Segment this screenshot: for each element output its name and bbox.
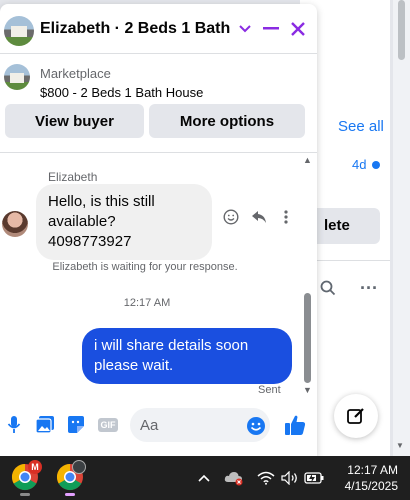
minimize-icon[interactable] (260, 18, 282, 40)
volume-icon[interactable] (280, 468, 300, 488)
compose-icon (347, 408, 364, 424)
message-more-icon[interactable] (276, 207, 296, 227)
marketplace-card: Marketplace $800 - 2 Beds 1 Bath House V… (0, 54, 317, 152)
marketplace-label: Marketplace (40, 66, 111, 81)
listing-title[interactable]: $800 - 2 Beds 1 Bath House (40, 85, 203, 100)
chat-window: Elizabeth · 2 Beds 1 Bath H... Marketpla… (0, 4, 317, 456)
new-message-button[interactable] (334, 394, 378, 438)
more-icon[interactable]: ··· (360, 278, 378, 299)
emoji-icon[interactable] (246, 416, 266, 436)
react-emoji-icon[interactable] (221, 207, 241, 227)
gif-icon[interactable]: GIF (97, 414, 119, 436)
cloud-error-icon[interactable] (224, 468, 244, 488)
see-all-link[interactable]: See all (338, 118, 384, 135)
timestamp-separator: 12:17 AM (123, 297, 171, 309)
microphone-icon[interactable] (3, 414, 25, 436)
chrome-profile-app-icon[interactable] (55, 460, 86, 496)
chat-scrollbar-thumb[interactable] (304, 293, 311, 383)
gif-label: GIF (98, 418, 118, 432)
message-composer: GIF (0, 396, 317, 456)
outgoing-message[interactable]: i will share details soon please wait. (82, 328, 292, 384)
notification-time: 4d (352, 157, 367, 172)
close-icon[interactable] (287, 18, 309, 40)
search-icon[interactable] (320, 280, 336, 301)
battery-icon[interactable] (304, 468, 324, 488)
avatar[interactable] (2, 211, 28, 237)
listing-thumbnail[interactable] (4, 16, 34, 46)
photo-icon[interactable] (34, 414, 56, 436)
unread-dot (372, 161, 380, 169)
taskbar: M 12:17 AM 4/15/2025 (0, 456, 410, 500)
scroll-down-icon[interactable]: ▼ (396, 441, 404, 450)
more-options-button[interactable]: More options (149, 104, 305, 138)
chevron-up-icon[interactable] (194, 468, 214, 488)
like-icon[interactable] (283, 413, 307, 437)
incoming-message[interactable]: Hello, is this still available? 40987739… (36, 184, 212, 260)
sent-status: Sent (258, 384, 281, 396)
listing-image[interactable] (4, 64, 30, 90)
waiting-notice: Elizabeth is waiting for your response. (52, 261, 238, 273)
sticker-icon[interactable] (65, 414, 87, 436)
chat-scrollbar[interactable]: ▲ ▼ (301, 153, 315, 397)
message-thread[interactable]: Elizabeth Hello, is this still available… (0, 152, 317, 396)
scroll-down-icon[interactable]: ▼ (303, 385, 312, 395)
chrome-app-icon[interactable]: M (10, 460, 42, 496)
scrollbar-thumb[interactable] (398, 0, 405, 60)
chat-title[interactable]: Elizabeth · 2 Beds 1 Bath H... (40, 20, 230, 38)
clock-time: 12:17 AM (347, 463, 398, 477)
chrome-profile-badge: M (28, 460, 42, 474)
view-buyer-button[interactable]: View buyer (5, 104, 144, 138)
taskbar-clock[interactable]: 12:17 AM 4/15/2025 (336, 462, 398, 494)
clock-date: 4/15/2025 (344, 479, 398, 493)
wifi-icon[interactable] (256, 468, 276, 488)
sender-name: Elizabeth (48, 170, 98, 184)
reply-icon[interactable] (249, 207, 269, 227)
scroll-up-icon[interactable]: ▲ (303, 155, 312, 165)
delete-button[interactable]: lete (310, 208, 380, 244)
delete-button-label: lete (324, 217, 350, 234)
app-indicator (20, 493, 30, 496)
chevron-down-icon[interactable] (234, 18, 256, 40)
page-scrollbar[interactable]: ▼ (393, 0, 410, 456)
app-indicator (65, 493, 75, 496)
chat-header[interactable]: Elizabeth · 2 Beds 1 Bath H... (0, 4, 317, 54)
profile-badge-icon (72, 460, 86, 474)
